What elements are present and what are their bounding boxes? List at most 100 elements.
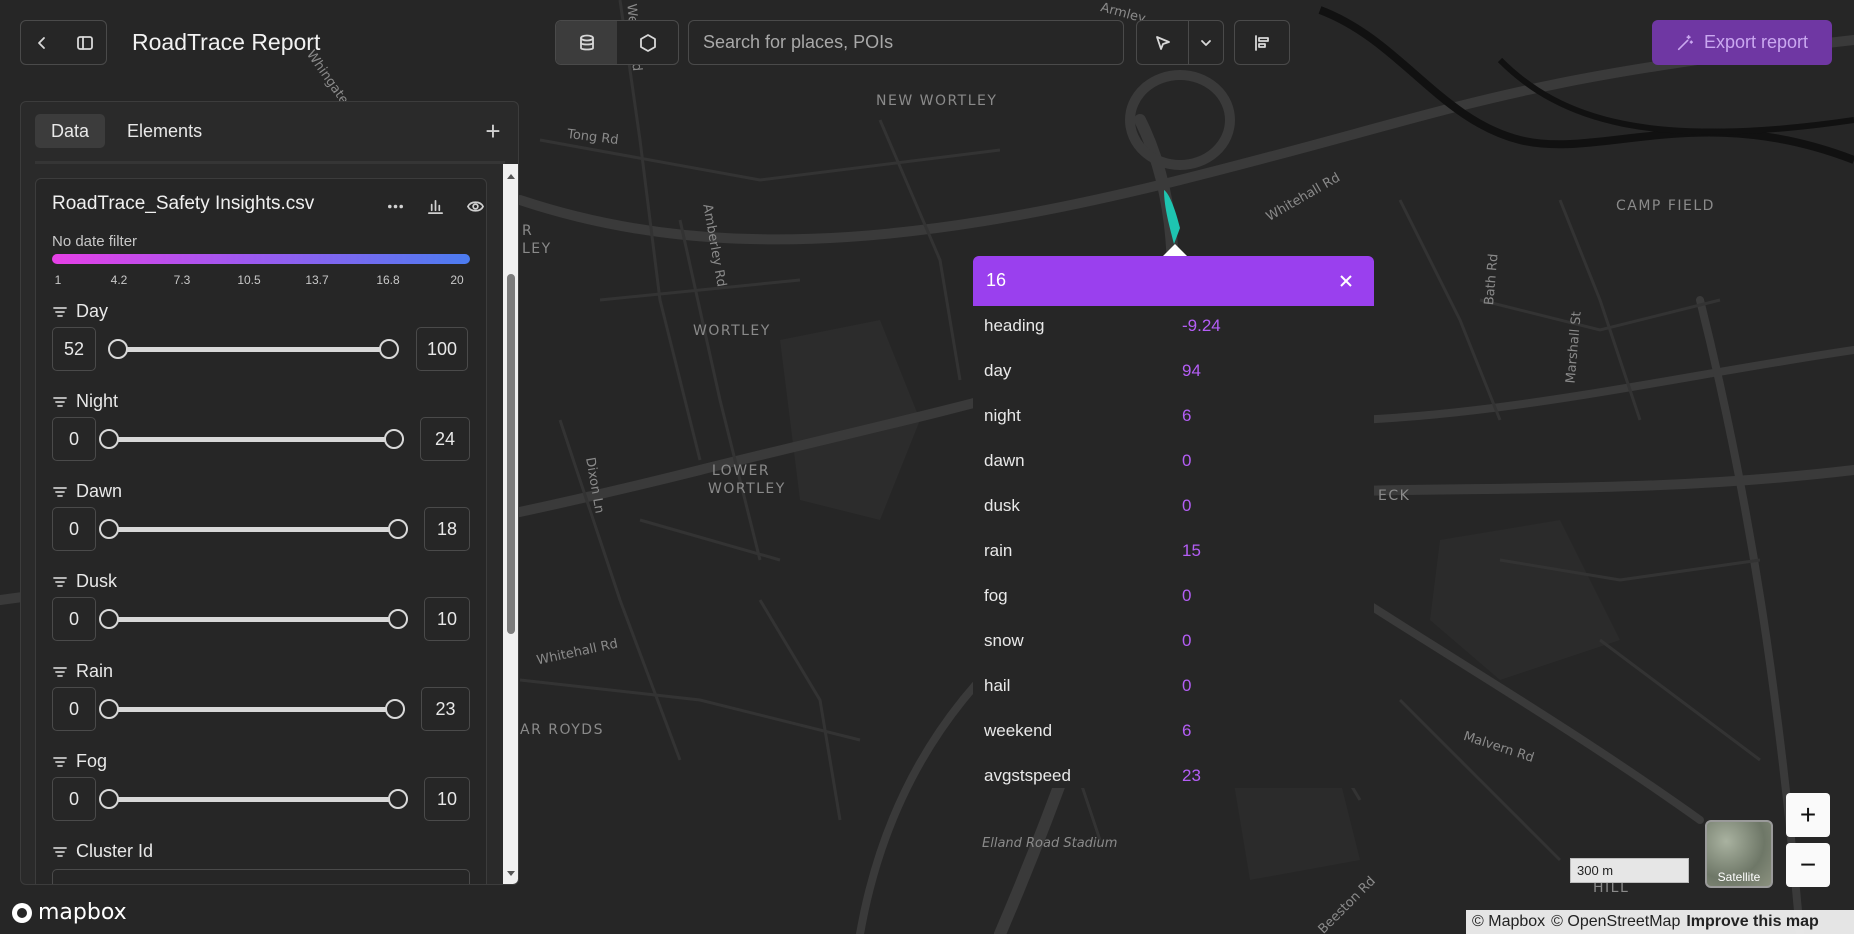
range-slider-max-handle[interactable] — [384, 429, 404, 449]
filter-icon — [53, 756, 67, 767]
popup-value: 0 — [1182, 586, 1192, 605]
min-input[interactable]: 0 — [52, 417, 96, 461]
search-input[interactable]: Search for places, POIs — [688, 20, 1124, 65]
min-input[interactable]: 0 — [52, 777, 96, 821]
scroll-up-icon[interactable] — [507, 174, 515, 179]
data-point-marker[interactable] — [1160, 188, 1184, 250]
data-mode-button[interactable] — [556, 21, 617, 64]
align-button[interactable] — [1235, 21, 1289, 64]
more-icon — [387, 204, 403, 208]
visibility-toggle[interactable] — [460, 191, 490, 221]
elements-mode-button[interactable] — [617, 21, 678, 64]
filter-label-row: Rain — [52, 661, 113, 682]
range-slider-track[interactable] — [109, 527, 407, 532]
legend-tick: 16.8 — [376, 273, 400, 287]
popup-value: 0 — [1182, 496, 1192, 515]
close-popup-button[interactable] — [1335, 270, 1357, 292]
filter-label: Dusk — [76, 571, 118, 591]
legend-tick: 13.7 — [305, 273, 329, 287]
back-button[interactable] — [21, 21, 64, 64]
range-slider-min-handle[interactable] — [99, 609, 119, 629]
popup-value: 6 — [1182, 406, 1192, 425]
legend-tick: 1 — [54, 273, 62, 287]
max-input[interactable]: 10 — [424, 777, 470, 821]
satellite-toggle[interactable]: Satellite — [1705, 820, 1773, 888]
align-group — [1234, 20, 1290, 65]
max-input[interactable]: 10 — [424, 597, 470, 641]
popup-key: day — [984, 361, 1012, 380]
select-tool-group — [1136, 20, 1224, 65]
filter-label: Day — [76, 301, 109, 321]
min-input[interactable]: 0 — [52, 507, 96, 551]
select-tool-button[interactable] — [1137, 21, 1188, 64]
legend-tick: 4.2 — [110, 273, 128, 287]
range-slider-track[interactable] — [117, 347, 398, 352]
color-legend-gradient — [52, 254, 470, 264]
export-report-button[interactable]: Export report — [1652, 20, 1832, 65]
min-input[interactable]: 0 — [52, 597, 96, 641]
filter-icon — [53, 576, 67, 587]
range-slider-max-handle[interactable] — [388, 519, 408, 539]
export-report-label: Export report — [1703, 32, 1809, 52]
scroll-down-icon[interactable] — [507, 871, 515, 876]
min-input[interactable]: 52 — [52, 327, 96, 371]
min-input[interactable]: 0 — [52, 687, 96, 731]
close-icon — [1340, 275, 1352, 287]
add-layer-button[interactable]: + — [477, 115, 509, 147]
date-filter-status: No date filter — [52, 233, 138, 250]
popup-row: dawn 0 — [973, 441, 1374, 486]
tab-data[interactable]: Data — [35, 114, 106, 148]
range-slider-track[interactable] — [109, 797, 407, 802]
popup-row: fog 0 — [973, 576, 1374, 621]
max-input[interactable]: 100 — [416, 327, 468, 371]
popup-key: weekend — [984, 721, 1053, 740]
range-slider-track[interactable] — [109, 617, 407, 622]
filter-rain: Rain 0 23 — [52, 661, 472, 751]
range-slider-max-handle[interactable] — [388, 789, 408, 809]
range-slider-track[interactable] — [109, 437, 404, 442]
toggle-sidebar-button[interactable] — [64, 21, 107, 64]
filter-label-row: Day — [52, 301, 108, 322]
zoom-in-button[interactable]: + — [1786, 793, 1830, 837]
range-slider-min-handle[interactable] — [99, 519, 119, 539]
range-slider-min-handle[interactable] — [99, 789, 119, 809]
zoom-out-button[interactable]: − — [1786, 843, 1830, 887]
chart-button[interactable] — [420, 191, 450, 221]
range-slider-track[interactable] — [109, 707, 405, 712]
popup-row: snow 0 — [973, 621, 1374, 666]
improve-map-link[interactable]: Improve this map — [1686, 913, 1818, 931]
popup-value: 6 — [1182, 721, 1192, 740]
popup-key: dusk — [984, 496, 1020, 515]
select-tool-dropdown[interactable] — [1189, 21, 1223, 64]
max-input[interactable]: 23 — [421, 687, 470, 731]
popup-key: fog — [984, 586, 1008, 605]
popup-value: 94 — [1182, 361, 1201, 380]
max-input[interactable]: 18 — [424, 507, 470, 551]
tab-elements[interactable]: Elements — [111, 114, 218, 148]
popup-row: day 94 — [973, 351, 1374, 396]
attribution-mapbox[interactable]: © Mapbox — [1472, 913, 1545, 931]
popup-key: heading — [984, 316, 1045, 335]
popup-value: 23 — [1182, 766, 1201, 785]
attribution-osm[interactable]: © OpenStreetMap — [1551, 913, 1680, 931]
range-slider-min-handle[interactable] — [99, 699, 119, 719]
filter-label-row: Cluster Id — [52, 841, 153, 862]
mapbox-logo[interactable]: mapbox — [10, 900, 127, 925]
scroll-thumb[interactable] — [507, 274, 515, 634]
range-slider-max-handle[interactable] — [385, 699, 405, 719]
popup-row: weekend 6 — [973, 711, 1374, 756]
max-input[interactable]: 24 — [420, 417, 470, 461]
popup-value: 0 — [1182, 631, 1192, 650]
layer-list[interactable]: RoadTrace_Safety Insights.csv No date fi… — [35, 172, 505, 884]
filter-label-row: Dusk — [52, 571, 117, 592]
range-slider-min-handle[interactable] — [99, 429, 119, 449]
popup-key: night — [984, 406, 1021, 425]
page-title: RoadTrace Report — [132, 29, 321, 55]
range-slider-max-handle[interactable] — [379, 339, 399, 359]
panel-scrollbar[interactable] — [503, 164, 518, 884]
range-slider-max-handle[interactable] — [388, 609, 408, 629]
more-options-button[interactable] — [380, 191, 410, 221]
range-slider-min-handle[interactable] — [108, 339, 128, 359]
cluster-id-select[interactable] — [52, 869, 470, 884]
popup-row: dusk 0 — [973, 486, 1374, 531]
